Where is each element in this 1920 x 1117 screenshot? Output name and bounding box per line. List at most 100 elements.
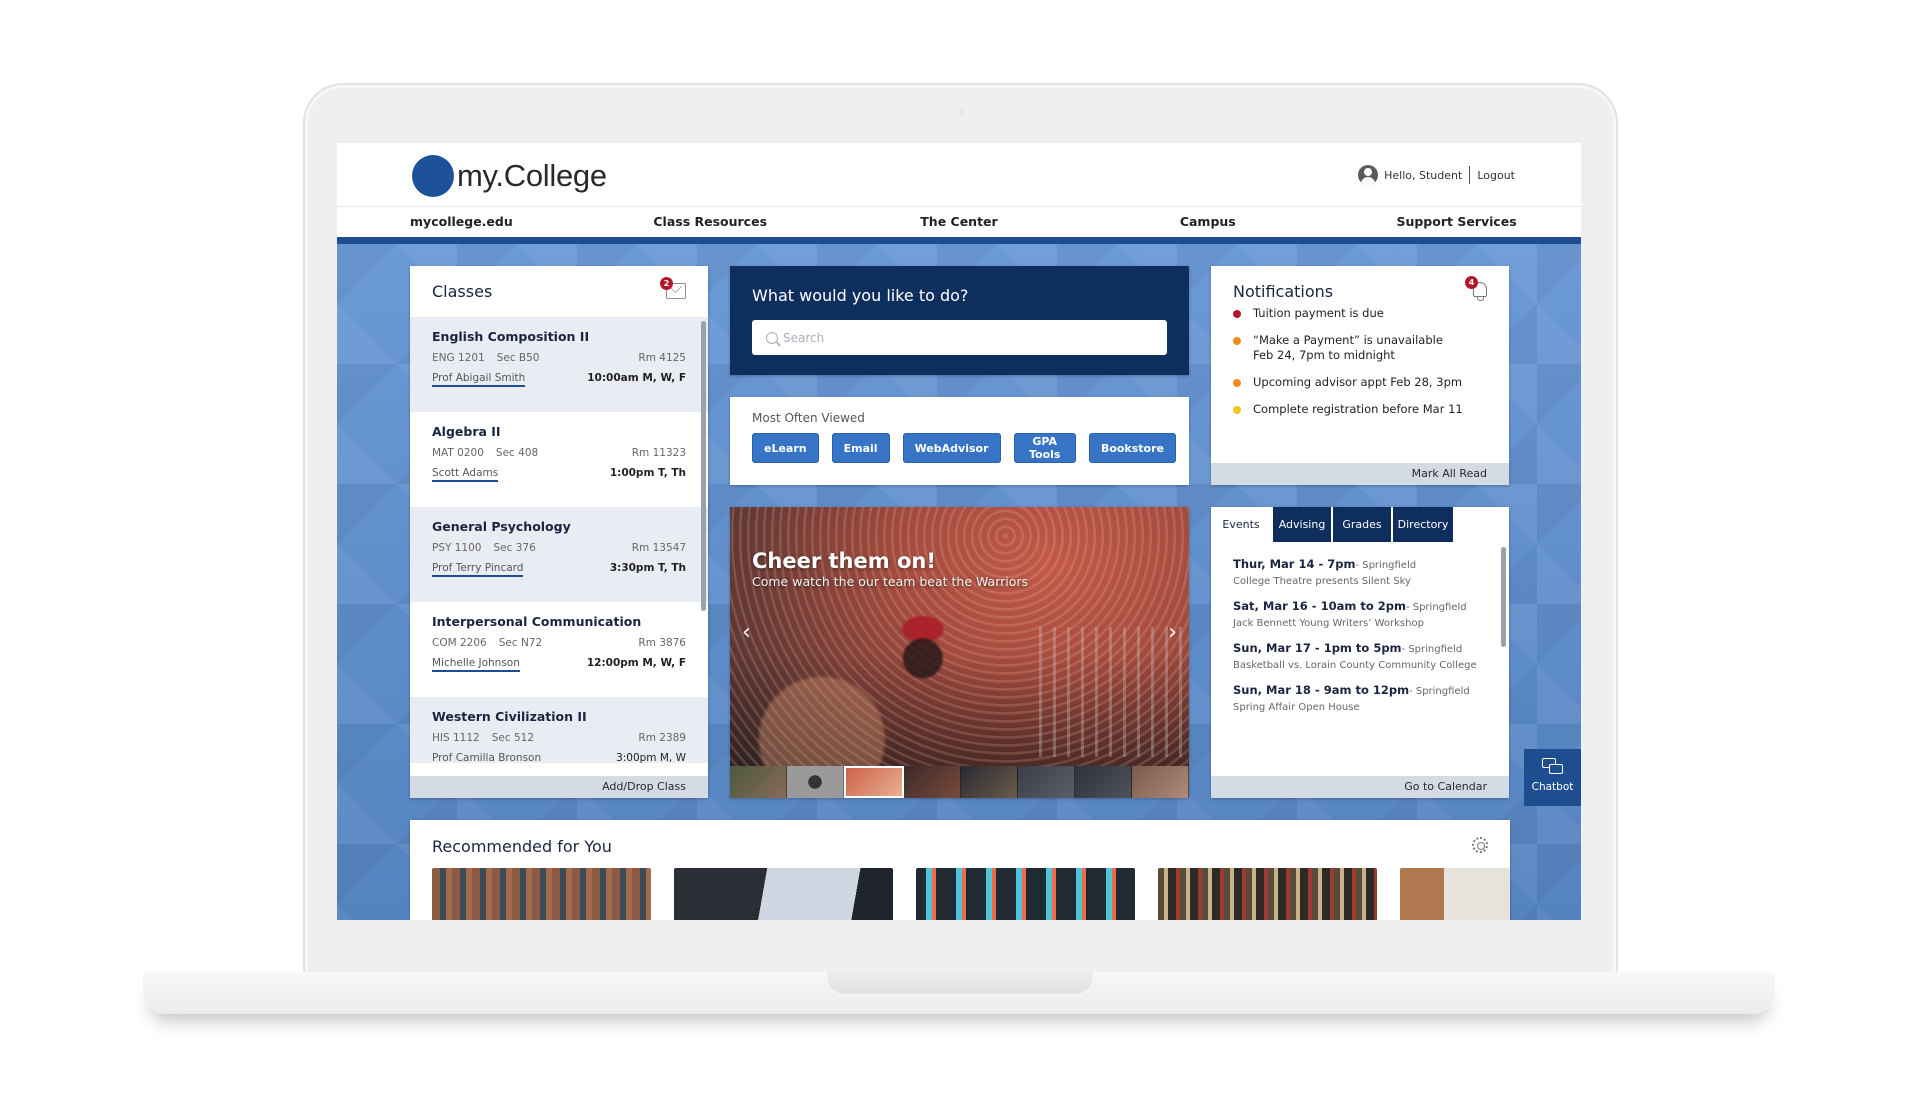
classes-scrollbar[interactable] <box>701 321 706 611</box>
class-time: 10:00am M, W, F <box>587 372 686 384</box>
class-name: English Composition II <box>432 329 590 344</box>
events-panel: Events Advising Grades Directory Thur, M… <box>1211 507 1509 798</box>
notification-text: Complete registration before Mar 11 <box>1253 402 1463 416</box>
class-section: Sec 376 <box>493 542 536 554</box>
notification-item[interactable]: Upcoming advisor appt Feb 28, 3pm <box>1233 375 1463 390</box>
logout-link[interactable]: Logout <box>1477 169 1515 182</box>
carousel: Cheer them on! Come watch the our team b… <box>730 507 1189 798</box>
carousel-thumbnail[interactable] <box>730 766 787 798</box>
event-date: Sun, Mar 18 - 9am to 12pm <box>1233 683 1410 697</box>
mark-all-read-link[interactable]: Mark All Read <box>1211 463 1509 485</box>
nav-item-mycollege[interactable]: mycollege.edu <box>337 207 586 237</box>
class-room: Rm 13547 <box>631 542 686 554</box>
search-title: What would you like to do? <box>752 286 969 305</box>
class-time: 1:00pm T, Th <box>609 467 686 479</box>
event-location: - Springfield <box>1401 644 1463 655</box>
events-scrollbar[interactable] <box>1501 547 1506 647</box>
professor-link[interactable]: Scott Adams <box>432 467 499 482</box>
stadium-railing <box>1039 627 1189 757</box>
email-button[interactable]: Email <box>831 433 890 463</box>
recommended-card-library[interactable] <box>1158 868 1377 920</box>
class-room: Rm 11323 <box>631 447 686 459</box>
laptop-camera <box>958 109 964 115</box>
class-name: Western Civilization II <box>432 709 587 724</box>
tab-grades[interactable]: Grades <box>1333 507 1391 542</box>
logo-circle-icon <box>412 155 454 197</box>
chevron-right-icon[interactable]: › <box>1168 620 1177 645</box>
search-box[interactable] <box>752 320 1167 355</box>
carousel-thumbnail[interactable] <box>1018 766 1075 798</box>
class-item[interactable]: Western Civilization II HIS 1112 Sec 512 R… <box>410 697 708 763</box>
recommended-card-portrait[interactable] <box>1400 868 1510 920</box>
event-item[interactable]: Sat, Mar 16 - 10am to 2pm- Springfield J… <box>1233 599 1477 629</box>
class-code: ENG 1201 <box>432 352 485 364</box>
class-room: Rm 4125 <box>638 352 686 364</box>
chatbot-button[interactable]: Chatbot <box>1524 749 1581 806</box>
event-title: Basketball vs. Lorain County Community C… <box>1233 660 1477 671</box>
event-date: Thur, Mar 14 - 7pm <box>1233 557 1356 571</box>
carousel-thumbnail[interactable] <box>844 766 904 798</box>
class-room: Rm 3876 <box>638 637 686 649</box>
event-title: Jack Bennett Young Writers’ Workshop <box>1233 618 1424 629</box>
carousel-thumbnail[interactable] <box>787 766 844 798</box>
laptop-notch <box>827 972 1093 994</box>
recommended-card-sticky-notes[interactable] <box>916 868 1135 920</box>
event-item[interactable]: Sun, Mar 18 - 9am to 12pm- Springfield S… <box>1233 683 1477 713</box>
tab-advising[interactable]: Advising <box>1273 507 1331 542</box>
event-title: College Theatre presents Silent Sky <box>1233 576 1411 587</box>
notification-item[interactable]: “Make a Payment” is unavailable Feb 24, … <box>1233 333 1463 363</box>
nav-item-class-resources[interactable]: Class Resources <box>586 207 835 237</box>
recommended-panel: Recommended for You <box>410 820 1510 920</box>
professor-link[interactable]: Prof Camilla Bronson <box>432 752 541 763</box>
logo[interactable]: my.College <box>412 155 607 197</box>
professor-link[interactable]: Michelle Johnson <box>432 657 520 672</box>
class-item[interactable]: English Composition II ENG 1201 Sec B50 Rm… <box>410 317 708 412</box>
event-item[interactable]: Sun, Mar 17 - 1pm to 5pm- Springfield Ba… <box>1233 641 1477 671</box>
bookstore-button[interactable]: Bookstore <box>1088 433 1176 463</box>
carousel-thumbnail[interactable] <box>1075 766 1132 798</box>
class-name: Interpersonal Communication <box>432 614 642 629</box>
carousel-thumbnail[interactable] <box>961 766 1018 798</box>
go-to-calendar-link[interactable]: Go to Calendar <box>1211 776 1509 798</box>
greeting: Hello, Student <box>1384 168 1463 182</box>
chevron-left-icon[interactable]: ‹ <box>742 620 751 645</box>
event-list: Thur, Mar 14 - 7pm - Springfield College … <box>1233 557 1477 725</box>
carousel-thumbnail[interactable] <box>1132 766 1189 798</box>
class-item[interactable]: General Psychology PSY 1100 Sec 376 Rm 135… <box>410 507 708 602</box>
carousel-title: Cheer them on! <box>752 549 936 573</box>
user-avatar-icon <box>1358 165 1379 185</box>
gpa-tools-button[interactable]: GPA Tools <box>1013 433 1076 463</box>
class-section: Sec 512 <box>491 732 534 744</box>
recommended-card-lecture-hall[interactable] <box>432 868 651 920</box>
divider <box>1469 166 1471 184</box>
notifications-panel: Notifications 4 Tuition payment is due “… <box>1211 266 1509 485</box>
notification-text: “Make a Payment” is unavailable Feb 24, … <box>1253 333 1443 362</box>
professor-link[interactable]: Prof Terry Pincard <box>432 562 524 577</box>
tab-events[interactable]: Events <box>1211 507 1271 542</box>
search-panel: What would you like to do? <box>730 266 1189 375</box>
add-drop-class-link[interactable]: Add/Drop Class <box>410 776 708 798</box>
professor-link[interactable]: Prof Abigail Smith <box>432 372 526 387</box>
class-name: General Psychology <box>432 519 571 534</box>
recommended-card-presentation[interactable] <box>674 868 893 920</box>
nav-item-support-services[interactable]: Support Services <box>1332 207 1581 237</box>
carousel-thumbnail[interactable] <box>904 766 961 798</box>
class-code: PSY 1100 <box>432 542 482 554</box>
gear-icon[interactable] <box>1472 837 1488 853</box>
webadvisor-button[interactable]: WebAdvisor <box>902 433 1001 463</box>
notification-text: Tuition payment is due <box>1253 306 1384 320</box>
class-item[interactable]: Interpersonal Communication COM 2206 Sec … <box>410 602 708 697</box>
class-room: Rm 2389 <box>638 732 686 744</box>
event-date: Sat, Mar 16 - 10am to 2pm <box>1233 599 1406 613</box>
tab-directory[interactable]: Directory <box>1393 507 1453 542</box>
event-title: Spring Affair Open House <box>1233 702 1360 713</box>
class-item[interactable]: Algebra II MAT 0200 Sec 408 Rm 11323 Scott… <box>410 412 708 507</box>
notification-item[interactable]: Tuition payment is due <box>1233 306 1463 321</box>
nav-item-the-center[interactable]: The Center <box>835 207 1084 237</box>
nav-item-campus[interactable]: Campus <box>1083 207 1332 237</box>
event-item[interactable]: Thur, Mar 14 - 7pm- Springfield College … <box>1233 557 1477 587</box>
notification-item[interactable]: Complete registration before Mar 11 <box>1233 402 1463 417</box>
search-input[interactable] <box>783 330 1143 345</box>
elearn-button[interactable]: eLearn <box>752 433 819 463</box>
class-code: MAT 0200 <box>432 447 484 459</box>
